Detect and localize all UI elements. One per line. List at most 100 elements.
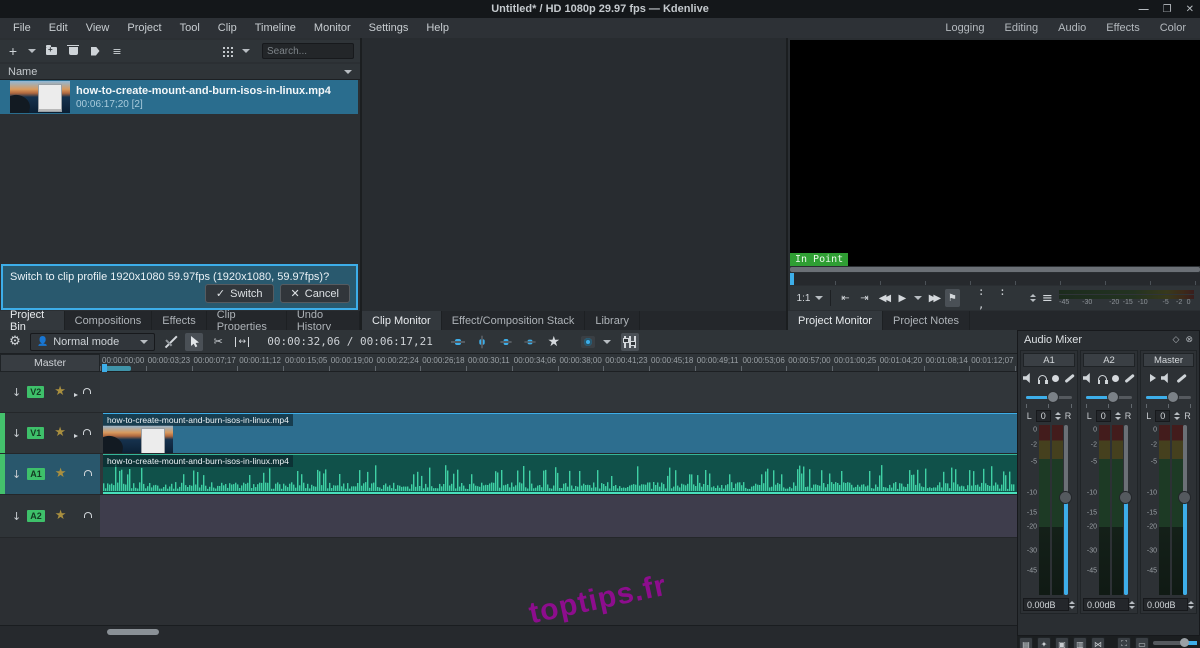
minimize-icon[interactable]: — (1139, 4, 1149, 15)
monitor-video-area[interactable]: In Point (790, 40, 1200, 266)
strip-label[interactable]: A2 (1083, 353, 1135, 367)
track-lane-a1[interactable]: how-to-create-mount-and-burn-isos-in-lin… (100, 454, 1017, 495)
menu-project[interactable]: Project (118, 20, 170, 36)
workspace-tab-logging[interactable]: Logging (935, 20, 994, 36)
menu-edit[interactable]: Edit (40, 20, 77, 36)
track-badge[interactable]: A2 (27, 510, 45, 522)
volume-slider[interactable] (1178, 425, 1191, 595)
search-input[interactable] (262, 43, 354, 59)
bin-clip-row[interactable]: how-to-create-mount-and-burn-isos-in-lin… (0, 80, 358, 114)
tab-undo-history[interactable]: Undo History (287, 311, 360, 330)
menu-help[interactable]: Help (417, 20, 458, 36)
monitor-ruler[interactable] (790, 273, 1200, 285)
composition-icon[interactable] (579, 333, 597, 351)
switch-button[interactable]: ✓ Switch (205, 284, 274, 303)
create-folder-icon[interactable] (44, 43, 58, 59)
tab-clip-properties[interactable]: Clip Properties (207, 311, 287, 330)
tags-icon[interactable] (88, 43, 102, 59)
timeline-ruler[interactable]: 00:00:00;0000:00:03;2300:00:07;1700:00:1… (100, 354, 1017, 372)
audio-mixer-toggle-icon[interactable] (621, 333, 639, 351)
timeline-horizontal-scrollbar[interactable] (107, 629, 159, 635)
view-mode-chevron-icon[interactable] (242, 49, 250, 53)
pan-value[interactable]: 0 (1155, 410, 1170, 422)
pan-spinner[interactable] (1174, 412, 1180, 420)
effects-icon[interactable] (1064, 374, 1074, 383)
fit-zoom-icon[interactable]: ⛶ (1117, 637, 1131, 648)
target-arrow-icon[interactable]: ↓ (12, 427, 21, 440)
timeline-settings-gear-icon[interactable]: ⚙ (6, 333, 24, 351)
monitor-menu-icon[interactable]: ≡ (1040, 289, 1055, 307)
timeline-zoom-slider[interactable] (1153, 641, 1197, 645)
mark-in-icon[interactable]: ⇤ (838, 289, 853, 307)
timecode-spinner[interactable] (1030, 294, 1036, 302)
volume-slider[interactable] (1119, 425, 1132, 595)
tab-project-notes[interactable]: Project Notes (883, 311, 970, 330)
spacer-tool-icon[interactable]: ↔ (233, 333, 251, 351)
gain-value[interactable]: 0.00dB (1023, 598, 1069, 611)
mute-icon[interactable] (1161, 373, 1171, 383)
effects-icon[interactable] (1176, 374, 1186, 383)
gain-spinner[interactable] (1188, 601, 1194, 609)
bin-column-header[interactable]: Name (0, 64, 360, 80)
float-panel-icon[interactable]: ◇ (1173, 335, 1180, 345)
workspace-tab-audio[interactable]: Audio (1048, 20, 1096, 36)
list-view-icon[interactable]: ≡ (110, 43, 124, 59)
workspace-tab-editing[interactable]: Editing (994, 20, 1048, 36)
zoom-out-icon[interactable]: ▭ (1135, 637, 1149, 648)
favorite-icon[interactable]: ✦ (1037, 637, 1051, 648)
play-icon[interactable]: ▶ (895, 289, 910, 307)
favorite-effects-star-icon[interactable]: ★ (545, 333, 563, 351)
menu-settings[interactable]: Settings (360, 20, 418, 36)
effects-star-icon[interactable]: ★ (55, 469, 67, 479)
pan-spinner[interactable] (1115, 412, 1121, 420)
mark-out-icon[interactable]: ⇥ (857, 289, 872, 307)
composition-chevron-icon[interactable] (603, 340, 611, 344)
workspace-tab-color[interactable]: Color (1150, 20, 1196, 36)
monitor-zoom-level[interactable]: 1:1 (796, 289, 811, 307)
balance-slider[interactable] (1026, 390, 1073, 404)
workspace-tab-effects[interactable]: Effects (1096, 20, 1149, 36)
target-arrow-icon[interactable]: ↓ (12, 386, 21, 399)
mute-icon[interactable] (1083, 373, 1093, 383)
volume-slider[interactable] (1059, 425, 1072, 595)
strip-label[interactable]: A1 (1023, 353, 1075, 367)
insert-zone-icon[interactable] (473, 333, 491, 351)
pan-spinner[interactable] (1055, 412, 1061, 420)
selection-tool-icon[interactable] (185, 333, 203, 351)
gain-value[interactable]: 0.00dB (1143, 598, 1188, 611)
track-header-a2[interactable]: ↓ A2 ★ (0, 495, 100, 538)
show-waveforms-icon[interactable]: ▥ (1073, 637, 1087, 648)
mix-clips-icon[interactable] (449, 333, 467, 351)
track-header-a1[interactable]: ↓ A1 ★ (0, 454, 100, 495)
track-header-v2[interactable]: ↓ V2 ★ (0, 372, 100, 413)
lift-zone-icon[interactable] (521, 333, 539, 351)
record-icon[interactable] (1112, 375, 1119, 382)
show-thumbnails-icon[interactable]: ▣ (1055, 637, 1069, 648)
view-mode-icon[interactable] (220, 43, 234, 59)
target-arrow-icon[interactable]: ↓ (12, 468, 21, 481)
track-compositing-icon[interactable] (161, 333, 179, 351)
rewind-icon[interactable]: ◀◀ (876, 289, 891, 307)
play-chevron-icon[interactable] (914, 296, 922, 300)
gain-spinner[interactable] (1069, 601, 1075, 609)
monitor-icon[interactable] (1038, 375, 1047, 382)
forward-icon[interactable]: ▶▶ (926, 289, 941, 307)
timeline-timecode[interactable]: 00:00:32,06 / 00:06:17,21 (267, 335, 433, 348)
tab-clip-monitor[interactable]: Clip Monitor (362, 311, 442, 330)
pan-value[interactable]: 0 (1036, 410, 1051, 422)
track-lane-v2[interactable] (100, 372, 1017, 413)
effects-star-icon[interactable]: ★ (54, 428, 66, 438)
track-header-v1[interactable]: ↓ V1 ★ (0, 413, 100, 454)
pan-value[interactable]: 0 (1096, 410, 1111, 422)
menu-tool[interactable]: Tool (171, 20, 209, 36)
track-badge[interactable]: V2 (27, 386, 44, 398)
monitor-zoom-chevron-icon[interactable] (815, 296, 823, 300)
tab-project-monitor[interactable]: Project Monitor (788, 311, 883, 330)
razor-tool-icon[interactable]: ✂ (209, 333, 227, 351)
gain-value[interactable]: 0.00dB (1083, 598, 1129, 611)
split-icon[interactable]: ⋈ (1091, 637, 1105, 648)
balance-slider[interactable] (1086, 390, 1133, 404)
tab-effects[interactable]: Effects (152, 311, 206, 330)
tab-effect-composition-stack[interactable]: Effect/Composition Stack (442, 311, 586, 330)
strip-label[interactable]: Master (1143, 353, 1194, 367)
